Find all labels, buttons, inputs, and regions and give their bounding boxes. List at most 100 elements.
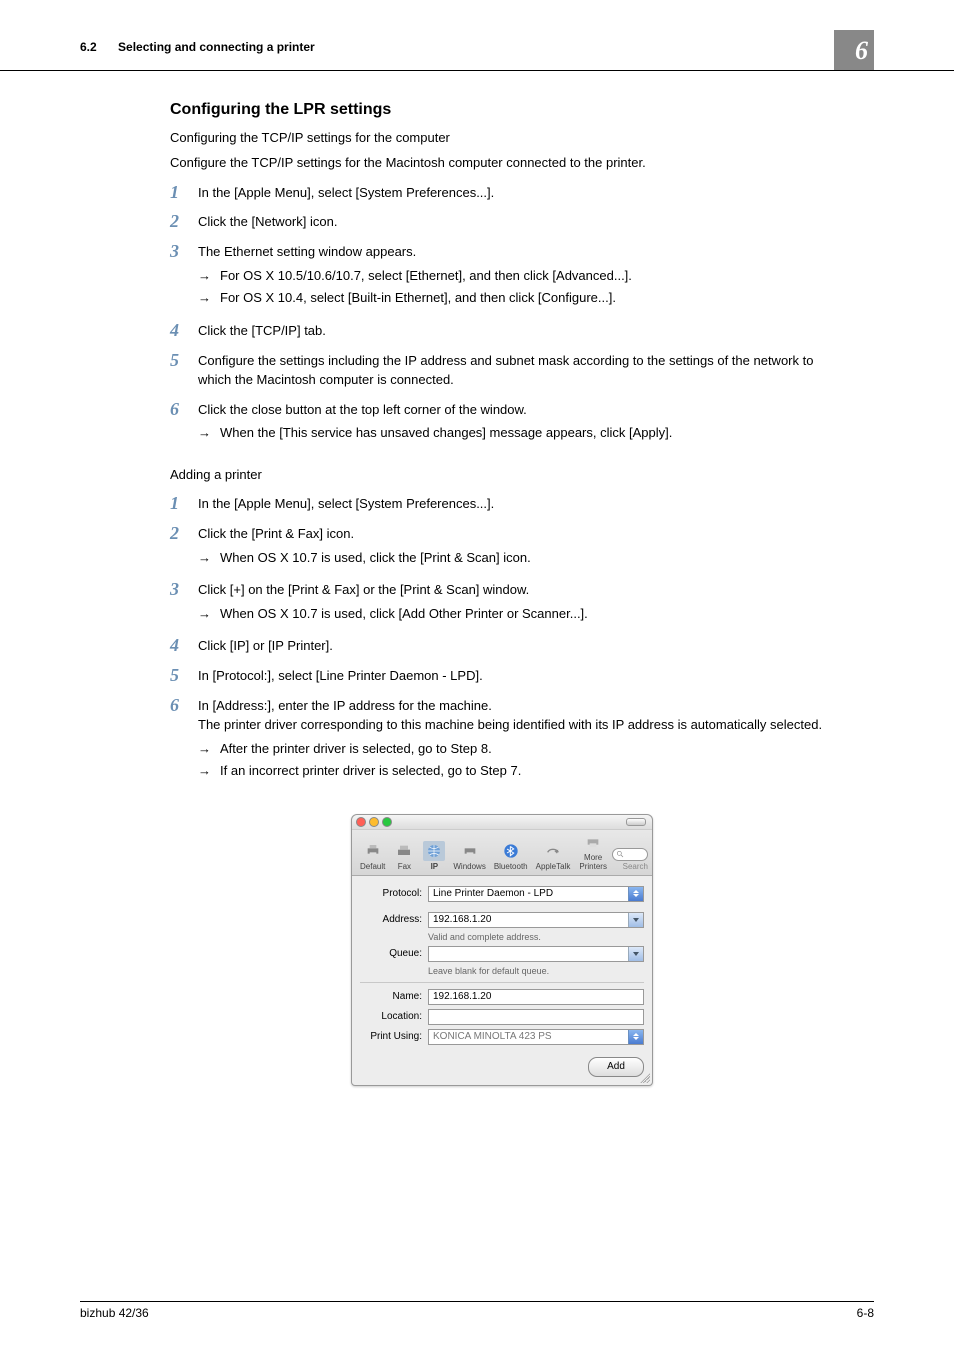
sub-list: When the [This service has unsaved chang… (198, 423, 834, 443)
step-item: 1 In the [Apple Menu], select [System Pr… (170, 494, 834, 514)
step-number: 4 (170, 321, 198, 341)
sub-item: When OS X 10.7 is used, click the [Print… (198, 548, 834, 568)
windows-printer-icon (459, 841, 481, 861)
toolbar-item-windows[interactable]: Windows (449, 841, 489, 871)
address-hint: Valid and complete address. (428, 932, 644, 942)
step-item: 3 The Ethernet setting window appears. F… (170, 242, 834, 311)
step-item: 2 Click the [Print & Fax] icon. When OS … (170, 524, 834, 570)
step-item: 3 Click [+] on the [Print & Fax] or the … (170, 580, 834, 626)
steps-add-printer: 1 In the [Apple Menu], select [System Pr… (170, 494, 834, 783)
content: Configuring the LPR settings Configuring… (0, 71, 954, 1086)
chapter-number-tab: 6 (834, 30, 874, 70)
toolbar-item-ip[interactable]: IP (419, 841, 449, 871)
toolbar-item-appletalk[interactable]: AppleTalk (532, 841, 575, 871)
add-button[interactable]: Add (588, 1057, 644, 1077)
step-text: Click the [Print & Fax] icon. (198, 524, 834, 544)
location-field[interactable] (428, 1009, 644, 1025)
step-text: Configure the settings including the IP … (198, 351, 834, 390)
globe-icon (423, 841, 445, 861)
protocol-select[interactable]: Line Printer Daemon - LPD (428, 886, 644, 902)
step-item: 1 In the [Apple Menu], select [System Pr… (170, 183, 834, 203)
page-footer: bizhub 42/36 6-8 (80, 1301, 874, 1320)
step-item: 5 Configure the settings including the I… (170, 351, 834, 390)
step-item: 4 Click [IP] or [IP Printer]. (170, 636, 834, 656)
search-input[interactable] (612, 848, 648, 861)
step-text: The Ethernet setting window appears. (198, 242, 834, 262)
fax-icon (393, 841, 415, 861)
bluetooth-icon (500, 841, 522, 861)
toolbar-label: More Printers (578, 853, 608, 871)
search-icon (616, 850, 624, 858)
toolbar-search: Search (612, 848, 648, 871)
sub-item: For OS X 10.4, select [Built-in Ethernet… (198, 288, 834, 308)
step-number: 4 (170, 636, 198, 656)
zoom-icon[interactable] (382, 817, 392, 827)
step-text: Click the close button at the top left c… (198, 400, 834, 420)
step-number: 1 (170, 494, 198, 514)
toolbar-label: AppleTalk (536, 862, 571, 871)
toolbar-label: Bluetooth (494, 862, 528, 871)
step-text: In the [Apple Menu], select [System Pref… (198, 494, 834, 514)
step-text: Click the [TCP/IP] tab. (198, 321, 834, 341)
step-item: 2 Click the [Network] icon. (170, 212, 834, 232)
resize-handle-icon[interactable] (640, 1073, 650, 1083)
close-icon[interactable] (356, 817, 366, 827)
print-using-value: KONICA MINOLTA 423 PS (433, 1031, 552, 1042)
label-name: Name: (360, 991, 428, 1002)
chevron-down-icon (628, 913, 643, 927)
step-text: Click [+] on the [Print & Fax] or the [P… (198, 580, 834, 600)
sub-item: After the printer driver is selected, go… (198, 739, 834, 759)
name-field[interactable]: 192.168.1.20 (428, 989, 644, 1005)
more-printers-icon (582, 832, 604, 852)
sub-list: For OS X 10.5/10.6/10.7, select [Etherne… (198, 266, 834, 308)
intro-line-2: Configure the TCP/IP settings for the Ma… (170, 154, 834, 173)
add-printer-dialog: Default Fax IP Windows Bluetooth (170, 814, 834, 1086)
step-number: 2 (170, 524, 198, 570)
steps-tcpip: 1 In the [Apple Menu], select [System Pr… (170, 183, 834, 446)
label-print-using: Print Using: (360, 1031, 428, 1042)
step-number: 6 (170, 400, 198, 446)
queue-field[interactable] (428, 946, 644, 962)
toolbar-item-bluetooth[interactable]: Bluetooth (490, 841, 532, 871)
printer-icon (362, 841, 384, 861)
label-address: Address: (360, 914, 428, 925)
step-text: In [Protocol:], select [Line Printer Dae… (198, 666, 834, 686)
sub-list: When OS X 10.7 is used, click [Add Other… (198, 604, 834, 624)
step-number: 5 (170, 351, 198, 390)
protocol-value: Line Printer Daemon - LPD (433, 888, 553, 899)
step-text-2: The printer driver corresponding to this… (198, 715, 834, 735)
step-number: 2 (170, 212, 198, 232)
dialog-toolbar: Default Fax IP Windows Bluetooth (352, 830, 652, 876)
toolbar-label: IP (423, 862, 445, 871)
page-header: 6.2 Selecting and connecting a printer 6 (0, 0, 954, 71)
search-label: Search (623, 862, 648, 871)
label-location: Location: (360, 1011, 428, 1022)
step-number: 5 (170, 666, 198, 686)
toolbar-item-more-printers[interactable]: More Printers (574, 832, 612, 871)
add-button-label: Add (607, 1061, 625, 1072)
address-field[interactable]: 192.168.1.20 (428, 912, 644, 928)
sub-item: If an incorrect printer driver is select… (198, 761, 834, 781)
sub-item: For OS X 10.5/10.6/10.7, select [Etherne… (198, 266, 834, 286)
toolbar-pill-icon[interactable] (626, 818, 646, 826)
minimize-icon[interactable] (369, 817, 379, 827)
step-number: 1 (170, 183, 198, 203)
toolbar-item-fax[interactable]: Fax (389, 841, 419, 871)
separator (360, 982, 644, 983)
dialog-body: Protocol: Line Printer Daemon - LPD Addr… (352, 876, 652, 1055)
footer-page: 6-8 (857, 1306, 874, 1320)
subheading-adding-printer: Adding a printer (170, 466, 834, 485)
section-title: Selecting and connecting a printer (118, 40, 315, 54)
step-number: 6 (170, 696, 198, 784)
print-using-select[interactable]: KONICA MINOLTA 423 PS (428, 1029, 644, 1045)
step-number: 3 (170, 580, 198, 626)
sub-item: When the [This service has unsaved chang… (198, 423, 834, 443)
step-item: 4 Click the [TCP/IP] tab. (170, 321, 834, 341)
step-item: 6 In [Address:], enter the IP address fo… (170, 696, 834, 784)
toolbar-item-default[interactable]: Default (356, 841, 389, 871)
toolbar-label: Default (360, 862, 385, 871)
name-value: 192.168.1.20 (433, 991, 491, 1002)
section-number: 6.2 (80, 40, 97, 54)
toolbar-label: Fax (393, 862, 415, 871)
chevron-down-icon (628, 947, 643, 961)
